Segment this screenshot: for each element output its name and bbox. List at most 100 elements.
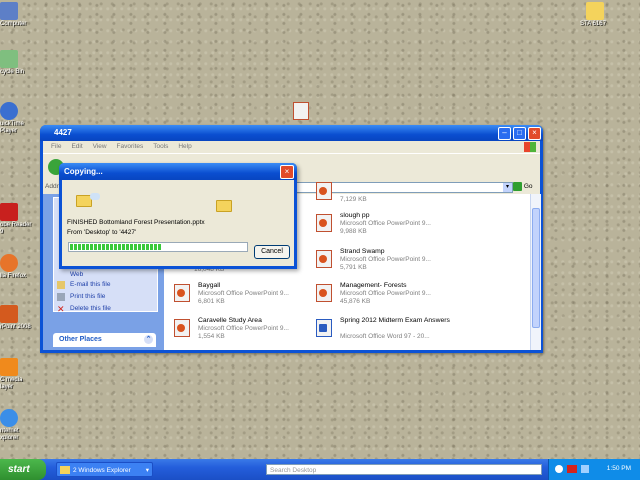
print-file-link[interactable]: Print this file [54, 291, 157, 303]
chevron-down-icon: ▾ [145, 467, 149, 474]
file-type: Microsoft Office PowerPoint 9... [198, 290, 289, 297]
desktop-icon-vlc[interactable]: C media layer [0, 358, 34, 391]
powerpoint-icon [0, 305, 18, 323]
email-file-link[interactable]: E-mail this file [54, 279, 157, 291]
desktop-icon-adobe-reader[interactable]: obe Reader 9 [0, 203, 34, 236]
desktop-search-input[interactable]: Search Desktop [266, 464, 542, 475]
minimize-button[interactable]: – [498, 127, 511, 140]
clock: 1:50 PM [606, 465, 631, 472]
file-name: Strand Swamp [340, 248, 385, 255]
file-type: Microsoft Office Word 97 - 20... [340, 333, 430, 340]
windows-logo-icon [524, 142, 536, 152]
quicktime-icon [0, 102, 18, 120]
dialog-body: FINISHED Bottomland Forest Presentation.… [62, 180, 294, 266]
menu-file[interactable]: File [51, 141, 61, 153]
desktop-icon-computer[interactable]: Computer [0, 2, 34, 28]
word-file-icon [316, 319, 332, 337]
email-icon [57, 281, 65, 289]
tray-search-icon[interactable] [555, 465, 563, 473]
desktop-icon-label: nternet xplorer [0, 428, 19, 441]
scrollbar-thumb[interactable] [532, 208, 540, 328]
go-arrow-icon [513, 182, 522, 191]
chevron-up-icon[interactable]: ⌃ [144, 335, 153, 344]
start-button[interactable]: start [0, 459, 46, 480]
copy-from-to-text: From 'Desktop' to '4427' [67, 229, 137, 236]
dialog-title: Copying... [64, 167, 103, 176]
folder-icon [586, 2, 604, 20]
desktop-icon-powerpoint[interactable]: rPoint 2008 [0, 305, 34, 331]
list-item[interactable]: Caravelle Study Area Microsoft Office Po… [174, 317, 314, 349]
file-name: Management- Forests [340, 282, 407, 289]
taskbar-windows-explorer[interactable]: 2 Windows Explorer ▾ [56, 462, 153, 477]
maximize-button[interactable]: □ [513, 127, 526, 140]
address-dropdown-icon[interactable]: ▾ [503, 183, 512, 192]
desktop-icon-label: cycle Bin [0, 69, 25, 75]
folder-icon [60, 466, 70, 474]
file-type: Microsoft Office PowerPoint 9... [340, 220, 431, 227]
desktop-icon-label: rPoint 2008 [0, 324, 31, 330]
destination-folder-icon [216, 200, 232, 212]
tray-network-icon[interactable] [581, 465, 589, 473]
powerpoint-file-icon [316, 214, 332, 232]
vertical-scrollbar[interactable] [530, 194, 541, 350]
go-label: Go [523, 183, 533, 191]
drag-file-icon [293, 102, 309, 120]
publish-web-link[interactable]: Web [54, 270, 157, 279]
menu-favorites[interactable]: Favorites [117, 141, 144, 153]
menu-edit[interactable]: Edit [71, 141, 82, 153]
copy-status-text: FINISHED Bottomland Forest Presentation.… [67, 219, 205, 226]
menu-help[interactable]: Help [178, 141, 191, 153]
desktop-icon-label: C media layer [0, 377, 23, 390]
computer-icon [0, 2, 18, 20]
printer-icon [57, 293, 65, 301]
dialog-close-button[interactable]: × [280, 165, 294, 179]
desktop-icon-label: obe Reader 9 [0, 222, 32, 235]
powerpoint-file-icon [316, 182, 332, 200]
copying-dialog: Copying... × FINISHED Bottomland Forest … [59, 163, 297, 269]
list-item[interactable]: slough pp Microsoft Office PowerPoint 9.… [316, 212, 456, 244]
powerpoint-file-icon [316, 284, 332, 302]
desktop-icon-sta6167[interactable]: STA 6167 [580, 2, 614, 28]
menu-tools[interactable]: Tools [153, 141, 168, 153]
list-item[interactable]: Strand Swamp Microsoft Office PowerPoint… [316, 248, 456, 280]
list-item[interactable]: Management- Forests Microsoft Office Pow… [316, 282, 456, 314]
delete-icon: ✕ [57, 304, 65, 314]
file-size: 7,129 KB [340, 196, 367, 203]
go-button[interactable]: Go [513, 182, 537, 193]
firefox-icon [0, 254, 18, 272]
powerpoint-file-icon [174, 319, 190, 337]
recycle-bin-icon [0, 50, 18, 68]
internet-explorer-icon [0, 409, 18, 427]
dialog-titlebar[interactable]: Copying... × [59, 163, 297, 180]
progress-fill [70, 244, 162, 250]
other-places-header[interactable]: Other Places ⌃ [53, 333, 156, 347]
system-tray: 1:50 PM [548, 459, 640, 480]
desktop-icon-label: STA 6167 [580, 21, 606, 27]
copy-progress-bar [68, 242, 248, 252]
desktop-icon-firefox[interactable]: lla Firefox [0, 254, 34, 280]
desktop-icon-quicktime[interactable]: uickTime Player [0, 102, 34, 135]
desktop-icon-recycle-bin[interactable]: cycle Bin [0, 50, 34, 76]
file-size: 5,791 KB [340, 264, 367, 271]
flying-paper-icon [90, 193, 100, 200]
list-item[interactable]: Spring 2012 Midterm Exam Answers Microso… [316, 317, 456, 349]
file-type: Microsoft Office PowerPoint 9... [340, 256, 431, 263]
menu-bar: File Edit View Favorites Tools Help [43, 141, 540, 153]
file-name: slough pp [340, 212, 370, 219]
close-button[interactable]: × [528, 127, 541, 140]
window-title: 4427 [54, 128, 72, 137]
menu-view[interactable]: View [93, 141, 107, 153]
desktop-icon-label: Computer [0, 21, 27, 27]
tray-ati-icon[interactable] [567, 465, 577, 473]
window-titlebar[interactable]: 4427 – □ × [40, 125, 543, 141]
search-placeholder: Search Desktop [270, 467, 317, 474]
powerpoint-file-icon [316, 250, 332, 268]
list-item[interactable]: Baygall Microsoft Office PowerPoint 9...… [174, 282, 314, 314]
desktop-icon-internet-explorer[interactable]: nternet xplorer [0, 409, 34, 442]
taskbar: start 2 Windows Explorer ▾ Search Deskto… [0, 459, 640, 480]
task-label: 2 Windows Explorer [73, 467, 131, 474]
cancel-button[interactable]: Cancel [254, 245, 290, 259]
file-name: Spring 2012 Midterm Exam Answers [340, 317, 450, 324]
delete-file-link[interactable]: ✕ Delete this file [54, 303, 157, 315]
other-places-title: Other Places [59, 336, 102, 343]
